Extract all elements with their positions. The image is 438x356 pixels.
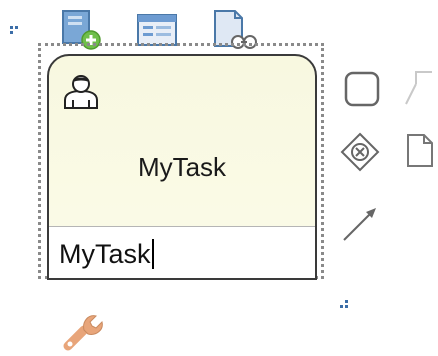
- task-label: MyTask: [137, 152, 227, 182]
- resize-handle-bottom-right[interactable]: [340, 300, 348, 308]
- diagram-canvas: MyTask MyTask: [0, 0, 438, 356]
- inline-label-editor[interactable]: MyTask: [49, 226, 315, 278]
- label-edit-text: MyTask: [59, 239, 151, 269]
- connector-arrow-icon[interactable]: [340, 204, 380, 244]
- text-caret: [151, 239, 154, 269]
- user-task-icon: [61, 72, 101, 112]
- gateway-icon[interactable]: [340, 132, 380, 172]
- label-edit-field[interactable]: MyTask: [59, 239, 154, 270]
- resize-handle-top-left[interactable]: [10, 26, 18, 34]
- data-object-icon[interactable]: [404, 132, 436, 170]
- annotation-icon[interactable]: [402, 68, 438, 108]
- wrench-icon[interactable]: [60, 308, 104, 352]
- task-shape-icon[interactable]: [343, 70, 381, 108]
